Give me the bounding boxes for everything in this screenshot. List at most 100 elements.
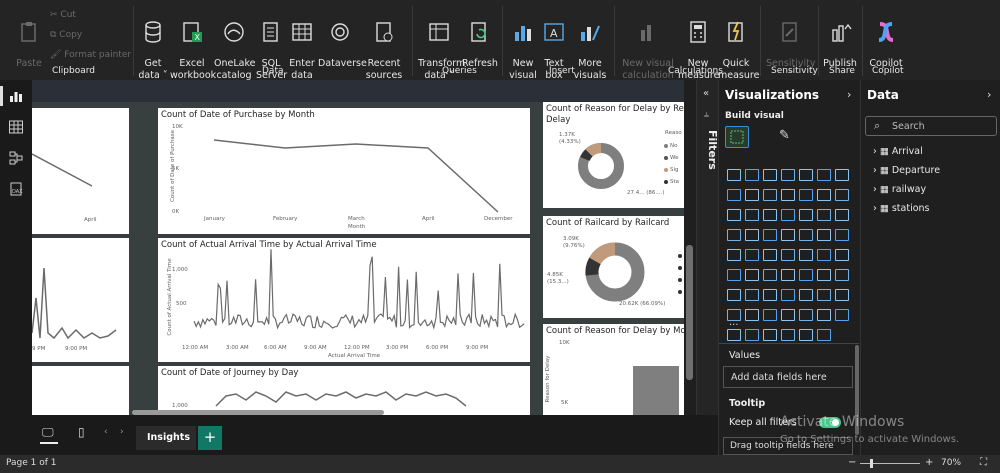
zoom-in-icon[interactable]: +	[925, 457, 933, 468]
visual-card-left-bottom[interactable]	[32, 366, 129, 415]
visual-type-icon[interactable]	[835, 269, 849, 281]
visual-type-icon[interactable]	[763, 229, 777, 241]
more-visuals-ellipsis[interactable]: ···	[729, 320, 739, 331]
dax-query-view-icon[interactable]: DAX	[8, 181, 24, 197]
visual-type-icon[interactable]	[817, 329, 831, 341]
search-input[interactable]: Search	[892, 121, 925, 132]
visual-type-icon[interactable]	[799, 229, 813, 241]
data-search-box[interactable]: ⌕ Search	[865, 116, 997, 136]
visual-type-icon[interactable]	[745, 189, 759, 201]
visual-type-icon[interactable]	[727, 169, 741, 181]
publish-button[interactable]: Publish	[822, 8, 858, 70]
desktop-layout-icon[interactable]: 🖵	[42, 425, 54, 440]
visual-type-icon[interactable]	[727, 289, 741, 301]
visual-type-icon[interactable]	[817, 169, 831, 181]
visual-type-icon[interactable]	[763, 289, 777, 301]
visual-type-icon[interactable]	[799, 309, 813, 321]
visual-type-icon[interactable]	[745, 249, 759, 261]
visual-type-icon[interactable]	[745, 329, 759, 341]
visual-type-icon[interactable]	[835, 169, 849, 181]
visual-type-icon[interactable]	[799, 189, 813, 201]
quick-measure-button[interactable]: Quick measure	[718, 8, 759, 82]
visual-type-icon[interactable]	[781, 289, 795, 301]
paste-button[interactable]: Paste	[14, 8, 44, 70]
visual-type-icon[interactable]	[817, 209, 831, 221]
visual-type-icon[interactable]	[745, 309, 759, 321]
visual-type-icon[interactable]	[727, 189, 741, 201]
visual-type-icon[interactable]	[817, 309, 831, 321]
table-item[interactable]: › ▦ railway	[873, 184, 926, 195]
vertical-scrollbar-track[interactable]	[684, 80, 696, 415]
table-view-icon[interactable]	[8, 119, 24, 135]
visual-type-icon[interactable]	[817, 229, 831, 241]
chart-reason-for-delay[interactable]: Count of Reason for Delay by Reason for …	[543, 102, 684, 208]
visual-type-icon[interactable]	[745, 289, 759, 301]
zoom-slider-thumb[interactable]	[870, 459, 873, 468]
visual-type-icon[interactable]	[781, 329, 795, 341]
mobile-layout-icon[interactable]: ▯	[78, 425, 85, 439]
collapse-chevron-icon[interactable]: ›	[987, 88, 991, 101]
visual-type-icon[interactable]	[763, 209, 777, 221]
visual-type-icon[interactable]	[763, 169, 777, 181]
table-item[interactable]: › ▦ stations	[873, 203, 930, 214]
dataverse-button[interactable]: Dataverse	[318, 8, 367, 70]
vertical-scrollbar-thumb[interactable]	[686, 245, 693, 380]
visual-card-left-mid[interactable]: 9 PM 9:00 PM	[32, 238, 129, 362]
model-view-icon[interactable]	[8, 150, 24, 166]
chart-reason-for-delay-by-month[interactable]: Count of Reason for Delay by Mon 10K 5K …	[543, 324, 684, 415]
visual-type-icon[interactable]	[781, 269, 795, 281]
visual-type-icon[interactable]	[835, 249, 849, 261]
build-visual-tab[interactable]	[725, 126, 749, 148]
chart-railcard[interactable]: Count of Railcard by Railcard 3.09K (9.7…	[543, 216, 684, 318]
report-view-icon[interactable]	[8, 88, 24, 104]
visual-type-icon[interactable]	[763, 189, 777, 201]
visual-type-icon[interactable]	[781, 209, 795, 221]
cut-button[interactable]: ✂ Cut	[50, 10, 76, 20]
visual-type-icon[interactable]	[781, 309, 795, 321]
chart-purchase-by-month[interactable]: Count of Date of Purchase by Month 10K 5…	[158, 108, 530, 234]
visual-type-icon[interactable]	[745, 209, 759, 221]
visual-type-icon[interactable]	[745, 229, 759, 241]
values-drop-zone[interactable]: Add data fields here	[723, 366, 853, 388]
table-item[interactable]: › ▦ Arrival	[873, 146, 923, 157]
visual-type-icon[interactable]	[799, 249, 813, 261]
visual-type-icon[interactable]	[799, 289, 813, 301]
visual-type-icon[interactable]	[817, 269, 831, 281]
page-tab-insights[interactable]: Insights	[136, 426, 196, 450]
filters-pane[interactable]: « ⫨ Filters	[696, 80, 719, 455]
scroll-right-icon[interactable]: ›	[120, 427, 124, 437]
visual-type-icon[interactable]	[835, 209, 849, 221]
enter-data-button[interactable]: Enter data	[287, 8, 317, 82]
visual-type-icon[interactable]	[781, 189, 795, 201]
format-visual-icon[interactable]: ✎	[779, 128, 790, 143]
visual-type-icon[interactable]	[835, 189, 849, 201]
visual-type-icon[interactable]	[817, 249, 831, 261]
visual-type-icon[interactable]	[745, 269, 759, 281]
collapse-chevron-icon[interactable]: ›	[847, 88, 851, 101]
visual-type-icon[interactable]	[835, 289, 849, 301]
expand-chevron-icon[interactable]: «	[703, 88, 709, 99]
visual-type-icon[interactable]	[781, 249, 795, 261]
add-page-button[interactable]: +	[198, 426, 222, 450]
visual-type-icon[interactable]	[835, 229, 849, 241]
visual-type-icon[interactable]	[781, 169, 795, 181]
visual-type-icon[interactable]	[835, 309, 849, 321]
visual-type-icon[interactable]	[727, 229, 741, 241]
visual-type-icon[interactable]	[727, 269, 741, 281]
fit-to-page-icon[interactable]: ⛶	[980, 457, 987, 468]
scroll-left-icon[interactable]: ‹	[104, 427, 108, 437]
visual-type-icon[interactable]	[799, 269, 813, 281]
format-painter-button[interactable]: 🖌 Format painter	[50, 50, 131, 60]
visual-type-icon[interactable]	[763, 249, 777, 261]
visual-type-icon[interactable]	[763, 309, 777, 321]
visual-type-icon[interactable]	[763, 269, 777, 281]
refresh-button[interactable]: Refresh	[462, 8, 498, 70]
visual-card-left-top[interactable]: April	[32, 108, 129, 234]
visual-type-icon[interactable]	[799, 209, 813, 221]
zoom-out-icon[interactable]: −	[848, 457, 856, 468]
copilot-button[interactable]: Copilot	[868, 8, 904, 70]
visual-type-icon[interactable]	[781, 229, 795, 241]
visual-type-icon[interactable]	[817, 289, 831, 301]
visual-type-icon[interactable]	[763, 329, 777, 341]
excel-workbook-button[interactable]: X Excel workbook	[170, 8, 216, 82]
